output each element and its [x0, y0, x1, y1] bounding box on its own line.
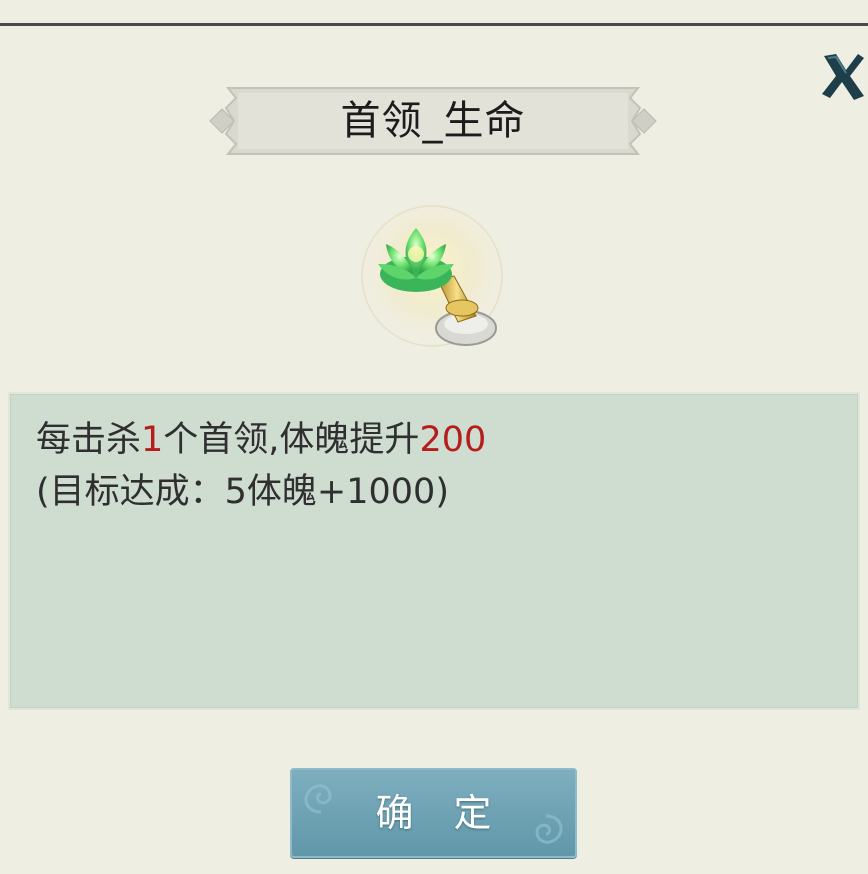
- reward-description: 每击杀1个首领,体魄提升200: [36, 420, 486, 460]
- confirm-button[interactable]: 确 定: [290, 768, 577, 858]
- kill-count-value: 1: [141, 420, 164, 460]
- window-top-edge: [0, 0, 868, 26]
- boss-life-dialog: 首领_生命 每击杀1个首领,体魄提升200 (目标达成：5体魄+1000) 确 …: [0, 26, 868, 874]
- description-prefix: 每击杀: [36, 420, 142, 460]
- goal-description: (目标达成：5体魄+1000): [36, 472, 449, 512]
- description-panel: 每击杀1个首领,体魄提升200 (目标达成：5体魄+1000): [8, 392, 860, 710]
- green-lotus-lamp-icon: [354, 188, 514, 368]
- bonus-value: 200: [419, 420, 487, 460]
- close-x-icon: [822, 54, 864, 100]
- description-middle: 个首领,体魄提升: [163, 420, 420, 460]
- close-button[interactable]: [820, 50, 866, 102]
- dialog-title: 首领_生命: [340, 98, 526, 144]
- title-banner: 首领_生命: [208, 84, 658, 158]
- confirm-label: 确 定: [375, 791, 506, 835]
